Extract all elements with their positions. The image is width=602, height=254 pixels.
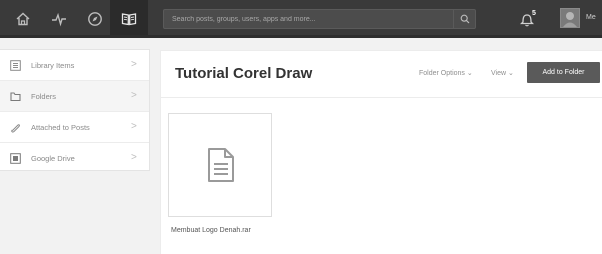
chevron-down-icon: ⌄ [508, 70, 514, 77]
file-name[interactable]: Membuat Logo Denah.rar [171, 227, 251, 234]
add-to-folder-button[interactable]: Add to Folder [527, 62, 600, 83]
chevron-right-icon: > [131, 90, 137, 101]
chevron-right-icon: > [131, 152, 137, 163]
library-sidebar: Library Items > Folders > Attached to Po… [0, 49, 150, 171]
search-icon [460, 14, 469, 24]
sidebar-item-label: Google Drive [31, 154, 75, 163]
home-icon [16, 12, 30, 26]
drive-icon [10, 153, 21, 164]
topbar-shadow [0, 35, 602, 38]
sidebar-item-library-items[interactable]: Library Items > [0, 50, 149, 81]
page-title: Tutorial Corel Draw [175, 65, 313, 82]
home-button[interactable] [13, 9, 33, 29]
avatar-image [561, 9, 579, 27]
sidebar-item-google-drive[interactable]: Google Drive > [0, 143, 149, 174]
sidebar-item-label: Attached to Posts [31, 123, 90, 132]
view-dropdown[interactable]: View ⌄ [491, 69, 514, 77]
chevron-right-icon: > [131, 121, 137, 132]
activity-button[interactable] [49, 9, 69, 29]
user-menu-label[interactable]: Me [586, 14, 596, 21]
paperclip-icon [11, 124, 20, 133]
chevron-down-icon: ⌄ [466, 70, 473, 77]
search-box [163, 9, 476, 29]
explore-button[interactable] [85, 9, 105, 29]
view-label: View [491, 70, 507, 77]
sidebar-item-label: Folders [31, 92, 57, 101]
folder-options-dropdown[interactable]: Folder Options ⌄ [419, 69, 473, 77]
book-icon [121, 13, 137, 26]
chevron-right-icon: > [131, 59, 137, 70]
library-button[interactable] [119, 9, 139, 29]
notifications-button[interactable]: 5 [520, 9, 542, 29]
library-icon [10, 60, 21, 71]
sidebar-item-attached-to-posts[interactable]: Attached to Posts > [0, 112, 149, 143]
search-input[interactable] [164, 10, 454, 28]
sidebar-item-folders[interactable]: Folders > [0, 81, 149, 112]
file-card[interactable] [168, 113, 272, 217]
folder-options-label: Folder Options [419, 70, 465, 77]
activity-icon [52, 12, 66, 27]
folder-icon [10, 92, 21, 102]
header-divider [161, 97, 602, 98]
search-button[interactable] [453, 10, 475, 28]
user-avatar[interactable] [560, 8, 580, 28]
notification-count: 5 [532, 10, 536, 17]
document-icon [208, 148, 234, 182]
sidebar-item-label: Library Items [31, 61, 75, 70]
folder-content-panel: Tutorial Corel Draw Folder Options ⌄ Vie… [160, 50, 602, 254]
compass-icon [88, 12, 102, 26]
top-navigation-bar: 5 Me [0, 0, 602, 38]
